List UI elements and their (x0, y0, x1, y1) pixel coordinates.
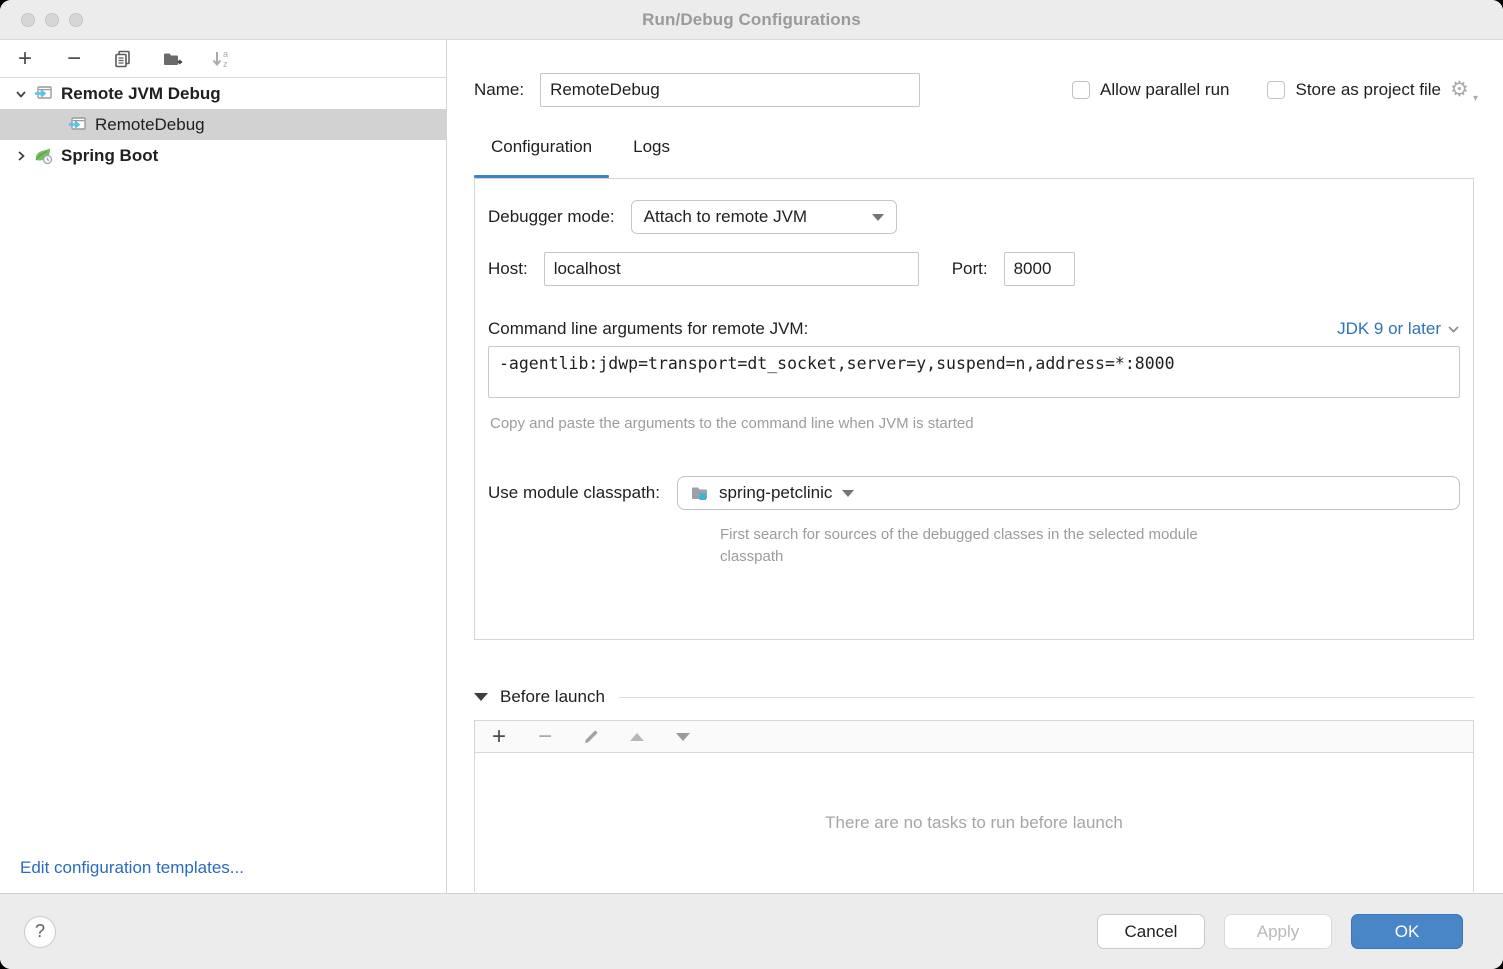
close-window-icon[interactable] (21, 13, 35, 27)
cancel-button[interactable]: Cancel (1097, 914, 1205, 949)
new-folder-button[interactable] (161, 48, 183, 70)
dialog-footer: ? Cancel Apply OK (0, 893, 1503, 969)
run-options: Allow parallel run Store as project file… (1072, 78, 1474, 102)
command-line-args-field[interactable]: -agentlib:jdwp=transport=dt_socket,serve… (488, 346, 1460, 398)
command-line-args-hint: Copy and paste the arguments to the comm… (490, 415, 1460, 432)
ok-button[interactable]: OK (1351, 914, 1463, 949)
debugger-mode-label: Debugger mode: (488, 207, 615, 227)
module-folder-icon (690, 484, 710, 502)
store-as-project-file-checkbox[interactable] (1267, 81, 1285, 99)
name-label: Name: (474, 80, 524, 100)
configuration-editor: Name: Allow parallel run Store as projec… (447, 40, 1503, 893)
module-classpath-value: spring-petclinic (719, 483, 832, 503)
host-input[interactable] (544, 252, 919, 286)
plus-icon: + (18, 47, 32, 71)
plus-icon: + (492, 725, 506, 749)
configuration-panel: Debugger mode: Attach to remote JVM Host… (474, 178, 1474, 640)
move-task-up-button[interactable] (626, 726, 648, 748)
configurations-tree: Remote JVM Debug RemoteDebug (0, 78, 446, 171)
dropdown-arrow-icon (872, 214, 884, 221)
minimize-window-icon[interactable] (45, 13, 59, 27)
configurations-sidebar: + − (0, 40, 447, 893)
add-configuration-button[interactable]: + (14, 48, 36, 70)
tab-configuration[interactable]: Configuration (474, 135, 609, 178)
apply-button[interactable]: Apply (1224, 914, 1332, 949)
store-options-button[interactable]: ⚙ ▾ (1450, 78, 1474, 102)
help-button[interactable]: ? (24, 916, 56, 948)
name-input[interactable] (540, 73, 920, 107)
module-classpath-row: Use module classpath: spring-petclinic (488, 476, 1460, 510)
copy-icon (113, 49, 133, 69)
gear-icon: ⚙ (1450, 78, 1469, 101)
move-task-down-button[interactable] (672, 726, 694, 748)
minus-icon: − (67, 47, 81, 71)
before-launch-toolbar: + − (474, 720, 1474, 753)
edit-configuration-templates-link[interactable]: Edit configuration templates... (20, 858, 244, 878)
name-row: Name: Allow parallel run Store as projec… (474, 73, 1474, 107)
up-triangle-icon (630, 733, 644, 741)
question-mark-icon: ? (35, 921, 45, 942)
remove-configuration-button[interactable]: − (63, 48, 85, 70)
module-classpath-hint: First search for sources of the debugged… (720, 524, 1240, 568)
jdk-version-label: JDK 9 or later (1337, 319, 1441, 339)
allow-parallel-run-checkbox[interactable] (1072, 81, 1090, 99)
section-divider (619, 697, 1474, 698)
store-as-project-file-label: Store as project file (1295, 80, 1441, 100)
host-port-row: Host: Port: (488, 252, 1460, 286)
new-folder-icon (162, 49, 183, 69)
tree-item-remotedebug[interactable]: RemoteDebug (0, 109, 446, 140)
command-line-args-label: Command line arguments for remote JVM: (488, 319, 808, 339)
host-label: Host: (488, 259, 528, 279)
debugger-mode-select[interactable]: Attach to remote JVM (631, 200, 897, 234)
tree-item-label: Spring Boot (61, 146, 158, 166)
before-launch-title: Before launch (500, 687, 605, 707)
add-task-button[interactable]: + (488, 726, 510, 748)
remote-debug-icon (68, 116, 87, 133)
jdk-version-selector[interactable]: JDK 9 or later (1337, 319, 1460, 339)
chevron-right-icon[interactable] (8, 149, 34, 163)
gear-caret-icon: ▾ (1473, 93, 1478, 104)
command-line-args-value: -agentlib:jdwp=transport=dt_socket,serve… (499, 354, 1175, 373)
copy-configuration-button[interactable] (112, 48, 134, 70)
tab-logs[interactable]: Logs (616, 135, 687, 178)
before-launch-header[interactable]: Before launch (474, 687, 1474, 707)
dropdown-arrow-icon (842, 490, 854, 497)
command-line-args-header: Command line arguments for remote JVM: J… (488, 319, 1460, 339)
svg-text:z: z (223, 59, 228, 69)
collapse-triangle-icon (474, 693, 488, 701)
before-launch-task-list: There are no tasks to run before launch (474, 753, 1474, 892)
module-classpath-label: Use module classpath: (488, 483, 660, 503)
pencil-icon (582, 728, 600, 746)
spring-boot-icon (34, 147, 53, 165)
no-tasks-message: There are no tasks to run before launch (825, 813, 1123, 833)
tree-item-remote-jvm-debug[interactable]: Remote JVM Debug (0, 78, 446, 109)
port-label: Port: (952, 259, 988, 279)
tree-item-label: Remote JVM Debug (61, 84, 221, 104)
remote-debug-icon (34, 85, 53, 102)
title-bar: Run/Debug Configurations (0, 0, 1503, 40)
minus-icon: − (538, 725, 552, 749)
debugger-mode-value: Attach to remote JVM (644, 207, 862, 227)
sort-alphabetically-icon: a z (210, 48, 232, 70)
tree-item-label: RemoteDebug (95, 115, 205, 135)
edit-task-button[interactable] (580, 726, 602, 748)
sidebar-toolbar: + − (0, 40, 446, 78)
tree-item-spring-boot[interactable]: Spring Boot (0, 140, 446, 171)
chevron-down-icon[interactable] (8, 87, 34, 101)
port-input[interactable] (1004, 252, 1075, 286)
run-debug-configurations-dialog: Run/Debug Configurations + − (0, 0, 1503, 969)
sort-configurations-button[interactable]: a z (210, 48, 232, 70)
remove-task-button[interactable]: − (534, 726, 556, 748)
svg-text:a: a (223, 49, 228, 59)
allow-parallel-run-label: Allow parallel run (1100, 80, 1229, 100)
window-title: Run/Debug Configurations (642, 10, 861, 30)
zoom-window-icon[interactable] (69, 13, 83, 27)
module-classpath-select[interactable]: spring-petclinic (677, 476, 1460, 510)
editor-tabs: Configuration Logs (474, 135, 1474, 178)
down-triangle-icon (676, 733, 690, 741)
debugger-mode-row: Debugger mode: Attach to remote JVM (488, 200, 1460, 234)
chevron-down-icon (1447, 324, 1460, 334)
traffic-lights (21, 13, 83, 27)
